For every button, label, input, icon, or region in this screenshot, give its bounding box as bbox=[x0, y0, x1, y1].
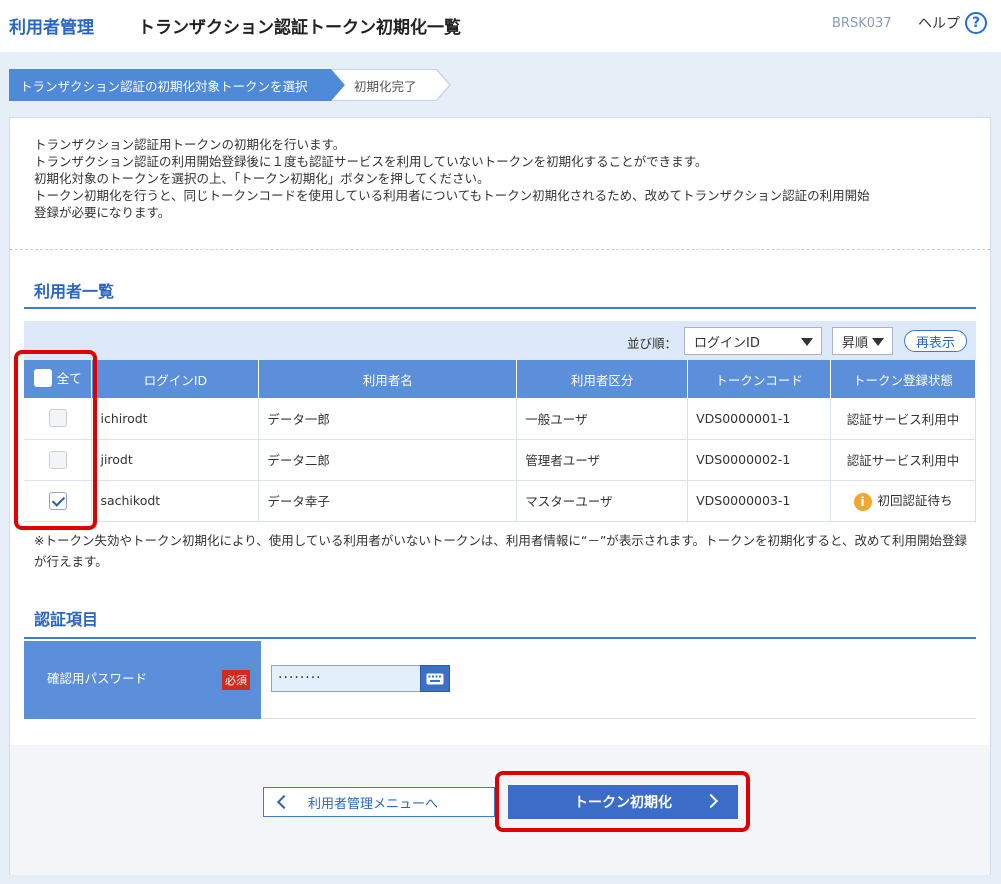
back-button-label: 利用者管理メニューへ bbox=[308, 796, 439, 812]
token-status-text: 認証サービス利用中 bbox=[846, 411, 960, 427]
token-status-cell: i 初回認証待ち bbox=[830, 480, 976, 522]
password-row: 確認用パスワード 必須 ········ bbox=[24, 641, 976, 719]
sort-key-select[interactable]: ログインID bbox=[684, 327, 822, 355]
sort-order-value: 昇順 bbox=[842, 335, 869, 351]
step-complete: 初期化完了 bbox=[331, 69, 451, 101]
table-row: sachikodt データ幸子 マスターユーザ VDS0000003-1 i 初回… bbox=[24, 480, 976, 522]
intro-line: トークン初期化を行うと、同じトークンコードを使用している利用者についてもトークン… bbox=[34, 188, 870, 203]
intro-line: 登録が必要になります。 bbox=[34, 205, 171, 220]
intro-line: トランザクション認証の利用開始登録後に１度も認証サービスを利用していないトークン… bbox=[34, 154, 708, 169]
help-question-icon: ? bbox=[965, 12, 987, 34]
table-note: ※トークン失効やトークン初期化により、使用している利用者がいないトークンは、利用… bbox=[34, 533, 968, 569]
select-all-header[interactable]: 全て bbox=[24, 360, 93, 398]
chevron-right-icon bbox=[703, 793, 719, 809]
select-all-checkbox[interactable] bbox=[33, 368, 52, 387]
password-input[interactable]: ········ bbox=[271, 665, 421, 692]
sort-label: 並び順： bbox=[627, 336, 678, 351]
table-row: ichirodt データ一郎 一般ユーザ VDS0000001-1 認証サービス… bbox=[24, 398, 976, 440]
dropdown-arrow-icon bbox=[801, 338, 813, 346]
token-code-cell: VDS0000001-1 bbox=[687, 398, 832, 440]
intro-line: 初期化対象のトークンを選択の上、「トークン初期化」ボタンを押してください。 bbox=[34, 171, 490, 186]
user-name-cell: データ一郎 bbox=[258, 398, 518, 440]
software-keyboard-button[interactable] bbox=[420, 665, 450, 692]
row-checkbox[interactable] bbox=[48, 409, 67, 428]
button-area: 利用者管理メニューへ トークン初期化 bbox=[10, 745, 990, 875]
user-name-cell: データ二郎 bbox=[258, 439, 518, 481]
execute-button-label: トークン初期化 bbox=[574, 795, 672, 811]
row-select-cell[interactable] bbox=[24, 480, 93, 522]
table-header-row: 全て ログインID 利用者名 利用者区分 トークンコード トークン登録状態 bbox=[24, 360, 976, 398]
table-row: jirodt データ二郎 管理者ユーザ VDS0000002-1 認証サービス利… bbox=[24, 439, 976, 481]
user-name-cell: データ幸子 bbox=[258, 480, 518, 522]
sort-key-value: ログインID bbox=[694, 335, 760, 351]
token-code-cell: VDS0000003-1 bbox=[687, 480, 832, 522]
password-label: 確認用パスワード bbox=[47, 671, 148, 686]
dropdown-arrow-icon bbox=[872, 338, 884, 346]
user-table: 全て ログインID 利用者名 利用者区分 トークンコード トークン登録状態 ic… bbox=[24, 360, 976, 522]
token-initialize-button[interactable]: トークン初期化 bbox=[508, 785, 738, 819]
column-header-login-id: ログインID bbox=[91, 360, 260, 398]
row-select-cell[interactable] bbox=[24, 439, 93, 481]
login-id-cell: ichirodt bbox=[91, 398, 260, 440]
sort-bar: 並び順： ログインID 昇順 再表示 bbox=[24, 321, 976, 361]
back-to-menu-button[interactable]: 利用者管理メニューへ bbox=[263, 787, 495, 817]
password-label-cell: 確認用パスワード 必須 bbox=[24, 641, 261, 719]
auth-section-title: 認証項目 bbox=[34, 610, 99, 629]
column-header-user-name: 利用者名 bbox=[258, 360, 518, 398]
step-label: 初期化完了 bbox=[354, 78, 417, 94]
token-code-cell: VDS0000002-1 bbox=[687, 439, 832, 481]
section-underline bbox=[24, 307, 976, 309]
system-title: 利用者管理 bbox=[9, 18, 94, 38]
row-checkbox[interactable] bbox=[48, 450, 67, 469]
step-label: トランザクション認証の初期化対象トークンを選択 bbox=[20, 78, 308, 94]
section-underline bbox=[24, 637, 976, 639]
top-bar: 利用者管理 トランザクション認証トークン初期化一覧 BRSK037 ヘルプ ? bbox=[0, 0, 1001, 52]
token-status-text: 初回認証待ち bbox=[877, 493, 953, 509]
column-header-user-type: 利用者区分 bbox=[516, 360, 689, 398]
step-select-token: トランザクション認証の初期化対象トークンを選択 bbox=[9, 69, 345, 101]
help-link[interactable]: ヘルプ ? bbox=[918, 12, 987, 34]
keyboard-icon bbox=[426, 673, 444, 684]
token-status-cell: 認証サービス利用中 bbox=[830, 398, 976, 440]
login-id-cell: jirodt bbox=[91, 439, 260, 481]
page-title: トランザクション認証トークン初期化一覧 bbox=[138, 18, 461, 38]
user-type-cell: 一般ユーザ bbox=[516, 398, 689, 440]
user-type-cell: マスターユーザ bbox=[516, 480, 689, 522]
intro-text: トランザクション認証用トークンの初期化を行います。 トランザクション認証の利用開… bbox=[34, 136, 974, 221]
row-checkbox-checked[interactable] bbox=[48, 491, 67, 510]
column-header-token-code: トークンコード bbox=[687, 360, 832, 398]
screen-id: BRSK037 bbox=[832, 16, 892, 31]
chevron-left-icon bbox=[276, 794, 292, 810]
column-header-token-status: トークン登録状態 bbox=[830, 360, 976, 398]
info-icon: i bbox=[853, 492, 872, 511]
redisplay-button[interactable]: 再表示 bbox=[904, 330, 967, 352]
select-all-label: 全て bbox=[56, 371, 82, 387]
user-list-title: 利用者一覧 bbox=[34, 282, 115, 301]
user-type-cell: 管理者ユーザ bbox=[516, 439, 689, 481]
row-select-cell[interactable] bbox=[24, 398, 93, 440]
intro-line: トランザクション認証用トークンの初期化を行います。 bbox=[34, 137, 346, 152]
token-status-text: 認証サービス利用中 bbox=[846, 453, 960, 468]
divider bbox=[10, 249, 990, 250]
help-label: ヘルプ bbox=[918, 16, 960, 32]
login-id-cell: sachikodt bbox=[91, 480, 260, 522]
required-badge: 必須 bbox=[222, 670, 250, 690]
sort-order-select[interactable]: 昇順 bbox=[832, 327, 893, 355]
main-panel: トランザクション認証用トークンの初期化を行います。 トランザクション認証の利用開… bbox=[9, 117, 991, 875]
token-status-cell: 認証サービス利用中 bbox=[830, 439, 976, 481]
